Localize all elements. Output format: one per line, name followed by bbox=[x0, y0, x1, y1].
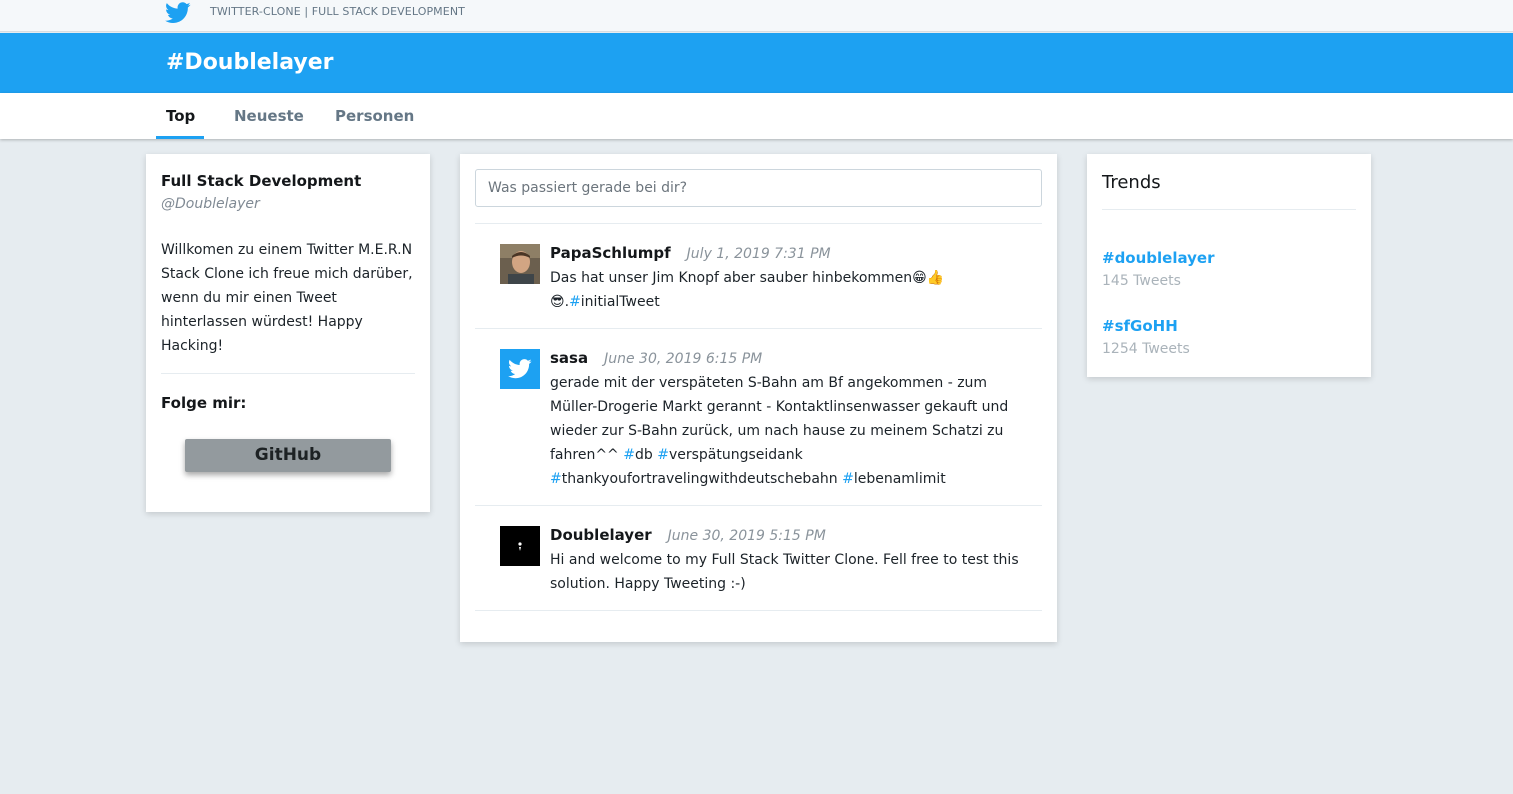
hashtag-link[interactable]: db bbox=[635, 447, 653, 463]
tab-top[interactable]: Top bbox=[166, 107, 195, 125]
profile-handle: @Doublelayer bbox=[161, 196, 260, 212]
github-button[interactable]: GitHub bbox=[185, 439, 391, 472]
tweet-author[interactable]: PapaSchlumpf July 1, 2019 7:31 PM bbox=[550, 244, 831, 262]
emoji: 😎 bbox=[550, 294, 565, 310]
trend-hashtag[interactable]: #sfGoHH bbox=[1102, 317, 1190, 335]
page-title: #Doublelayer bbox=[166, 50, 334, 75]
top-bar: TWITTER-CLONE | FULL STACK DEVELOPMENT bbox=[0, 0, 1513, 32]
user-avatar[interactable] bbox=[500, 244, 540, 284]
trend-count: 145 Tweets bbox=[1102, 273, 1181, 289]
tweet-author-name[interactable]: Doublelayer bbox=[550, 526, 652, 544]
tweet-text: Hi and welcome to my Full Stack Twitter … bbox=[550, 552, 1019, 592]
tab-neueste[interactable]: Neueste bbox=[234, 107, 304, 125]
trends-card: Trends #doublelayer 145 Tweets #sfGoHH 1… bbox=[1087, 154, 1371, 377]
profile-bio: Willkomen zu einem Twitter M.E.R.N Stack… bbox=[161, 242, 413, 354]
tweet-author[interactable]: Doublelayer June 30, 2019 5:15 PM bbox=[550, 526, 826, 544]
tweet-composer-input[interactable] bbox=[475, 169, 1042, 207]
tweet-date: July 1, 2019 7:31 PM bbox=[686, 246, 831, 262]
user-photo-icon bbox=[500, 244, 540, 284]
divider bbox=[161, 373, 415, 374]
hashtag-link[interactable]: lebenamlimit bbox=[854, 471, 946, 487]
tweet-item[interactable]: Doublelayer June 30, 2019 5:15 PM Hi and … bbox=[500, 526, 1020, 596]
tweet-text-part: Das hat unser Jim Knopf aber sauber hinb… bbox=[550, 270, 913, 286]
doublelayer-logo-icon bbox=[518, 542, 522, 551]
tweet-text: gerade mit der verspäteten S-Bahn am Bf … bbox=[550, 371, 1030, 491]
app-title: TWITTER-CLONE | FULL STACK DEVELOPMENT bbox=[210, 5, 465, 18]
tweet-date: June 30, 2019 6:15 PM bbox=[604, 351, 763, 367]
hashtag-symbol: # bbox=[842, 471, 854, 487]
divider bbox=[475, 610, 1042, 611]
emoji: 😁👍 bbox=[912, 270, 945, 286]
tweet-text: Das hat unser Jim Knopf aber sauber hinb… bbox=[550, 266, 1030, 314]
trend-item[interactable]: #sfGoHH 1254 Tweets bbox=[1102, 317, 1190, 357]
hashtag-symbol: # bbox=[657, 447, 669, 463]
active-tab-indicator bbox=[156, 136, 204, 139]
hashtag-symbol: # bbox=[569, 294, 581, 310]
divider bbox=[1102, 209, 1356, 210]
hashtag-link[interactable]: thankyoufortravelingwithdeutschebahn bbox=[562, 471, 838, 487]
trends-title: Trends bbox=[1102, 172, 1161, 193]
tab-bar: Top Neueste Personen bbox=[0, 93, 1513, 139]
user-avatar[interactable] bbox=[500, 526, 540, 566]
profile-card: Full Stack Development @Doublelayer Will… bbox=[146, 154, 430, 512]
tweet-author-name[interactable]: PapaSchlumpf bbox=[550, 244, 671, 262]
profile-name: Full Stack Development bbox=[161, 172, 362, 190]
twitter-bird-icon bbox=[508, 359, 532, 379]
tab-personen[interactable]: Personen bbox=[335, 107, 414, 125]
user-avatar[interactable] bbox=[500, 349, 540, 389]
hashtag-link[interactable]: verspätungseidank bbox=[669, 447, 803, 463]
tweet-item[interactable]: PapaSchlumpf July 1, 2019 7:31 PM Das hat… bbox=[500, 244, 1020, 314]
trend-item[interactable]: #doublelayer 145 Tweets bbox=[1102, 249, 1215, 289]
divider bbox=[475, 223, 1042, 224]
twitter-bird-icon[interactable] bbox=[165, 2, 191, 24]
divider bbox=[475, 328, 1042, 329]
follow-label: Folge mir: bbox=[161, 394, 247, 412]
divider bbox=[475, 505, 1042, 506]
tweet-author-name[interactable]: sasa bbox=[550, 349, 588, 367]
hashtag-banner: #Doublelayer bbox=[0, 33, 1513, 93]
tweet-author[interactable]: sasa June 30, 2019 6:15 PM bbox=[550, 349, 762, 367]
hashtag-symbol: # bbox=[623, 447, 635, 463]
hashtag-link[interactable]: initialTweet bbox=[581, 294, 660, 310]
tweet-date: June 30, 2019 5:15 PM bbox=[667, 528, 826, 544]
trend-count: 1254 Tweets bbox=[1102, 341, 1190, 357]
tweet-feed: PapaSchlumpf July 1, 2019 7:31 PM Das hat… bbox=[460, 154, 1057, 642]
trend-hashtag[interactable]: #doublelayer bbox=[1102, 249, 1215, 267]
tweet-item[interactable]: sasa June 30, 2019 6:15 PM gerade mit der… bbox=[500, 349, 1020, 489]
hashtag-symbol: # bbox=[550, 471, 562, 487]
